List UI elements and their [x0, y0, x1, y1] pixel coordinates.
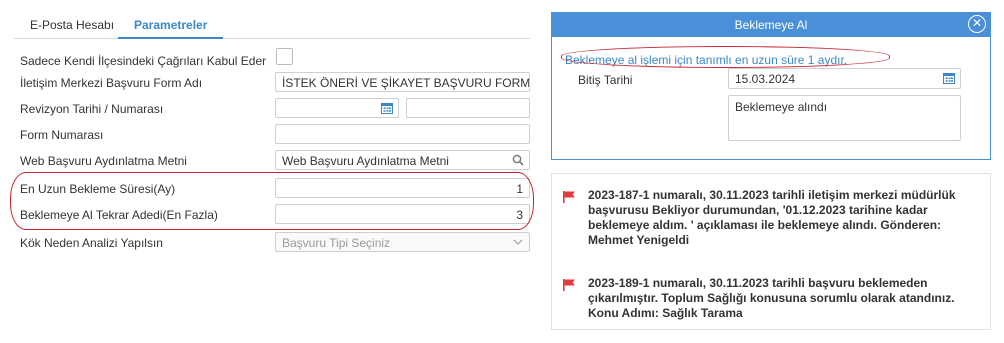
calendar-icon[interactable] [943, 72, 955, 84]
flag-icon [563, 279, 575, 291]
end-date-input[interactable]: 15.03.2024 [728, 68, 961, 89]
revizyon-numarasi-input[interactable] [406, 98, 530, 118]
tekrar-adedi-input[interactable]: 3 [275, 204, 530, 224]
form-row-aydinlatma: Web Başvuru Aydınlatma Metni Web Başvuru… [20, 150, 530, 172]
ilce-kabul-checkbox[interactable] [276, 48, 293, 65]
form-row-form-numarasi: Form Numarası [20, 124, 530, 146]
search-icon[interactable] [512, 154, 524, 166]
tab-eposta-hesabi[interactable]: E-Posta Hesabı [14, 12, 130, 38]
field-label: En Uzun Bekleme Süresi(Ay) [20, 182, 176, 196]
history-text: 2023-187-1 numaralı, 30.11.2023 tarihli … [588, 188, 956, 247]
field-label: Beklemeye Al Tekrar Adedi(En Fazla) [20, 208, 218, 222]
end-date-value: 15.03.2024 [735, 72, 796, 86]
field-label: Revizyon Tarihi / Numarası [20, 102, 164, 116]
history-panel: 2023-187-1 numaralı, 30.11.2023 tarihli … [551, 173, 991, 330]
dialog-header: Beklemeye Al ✕ [552, 13, 990, 37]
form-row-kok-neden: Kök Neden Analizi Yapılsın Başvuru Tipi … [20, 232, 530, 254]
tab-bar: E-Posta Hesabı Parametreler [14, 12, 530, 39]
close-icon[interactable]: ✕ [968, 15, 986, 33]
aydinlatma-metni-input[interactable]: Web Başvuru Aydınlatma Metni [275, 150, 530, 170]
history-item: 2023-189-1 numaralı, 30.11.2023 tarihli … [562, 276, 982, 322]
kok-neden-placeholder: Başvuru Tipi Seçiniz [282, 236, 391, 250]
field-label: Web Başvuru Aydınlatma Metni [20, 154, 187, 168]
form-row-revizyon: Revizyon Tarihi / Numarası [20, 98, 530, 120]
revizyon-tarihi-input[interactable] [275, 98, 399, 118]
field-label: Form Numarası [20, 128, 104, 142]
flag-icon [563, 191, 575, 203]
field-label: Kök Neden Analizi Yapılsın [20, 236, 163, 250]
form-row-ilce-kabul: Sadece Kendi İlçesindeki Çağrıları Kabul… [20, 48, 530, 70]
history-item: 2023-187-1 numaralı, 30.11.2023 tarihli … [562, 188, 982, 248]
field-label: Sadece Kendi İlçesindeki Çağrıları Kabul… [20, 54, 267, 68]
form-adi-input[interactable]: İSTEK ÖNERİ VE ŞİKAYET BAŞVURU FORMU [275, 72, 530, 92]
field-label: İletişim Merkezi Başvuru Form Adı [20, 76, 203, 90]
form-row-en-uzun-bekleme: En Uzun Bekleme Süresi(Ay) 1 [20, 178, 530, 200]
end-date-label: Bitiş Tarihi [578, 73, 633, 87]
max-duration-info: Beklemeye al işlemi için tanımlı en uzun… [565, 53, 848, 67]
calendar-icon[interactable] [381, 102, 393, 114]
form-row-form-adi: İletişim Merkezi Başvuru Form Adı İSTEK … [20, 72, 530, 94]
en-uzun-bekleme-input[interactable]: 1 [275, 178, 530, 198]
aydinlatma-metni-value: Web Başvuru Aydınlatma Metni [282, 154, 449, 168]
tab-parametreler[interactable]: Parametreler [118, 12, 224, 39]
note-textarea[interactable]: Beklemeye alındı [728, 95, 961, 141]
dialog-title: Beklemeye Al [734, 18, 808, 32]
beklemeye-al-dialog: Beklemeye Al ✕ Beklemeye al işlemi için … [551, 12, 991, 160]
form-row-tekrar-adedi: Beklemeye Al Tekrar Adedi(En Fazla) 3 [20, 204, 530, 226]
history-text: 2023-189-1 numaralı, 30.11.2023 tarihli … [588, 276, 955, 320]
kok-neden-select[interactable]: Başvuru Tipi Seçiniz [275, 232, 530, 252]
form-numarasi-input[interactable] [275, 124, 530, 144]
chevron-down-icon [513, 239, 523, 245]
